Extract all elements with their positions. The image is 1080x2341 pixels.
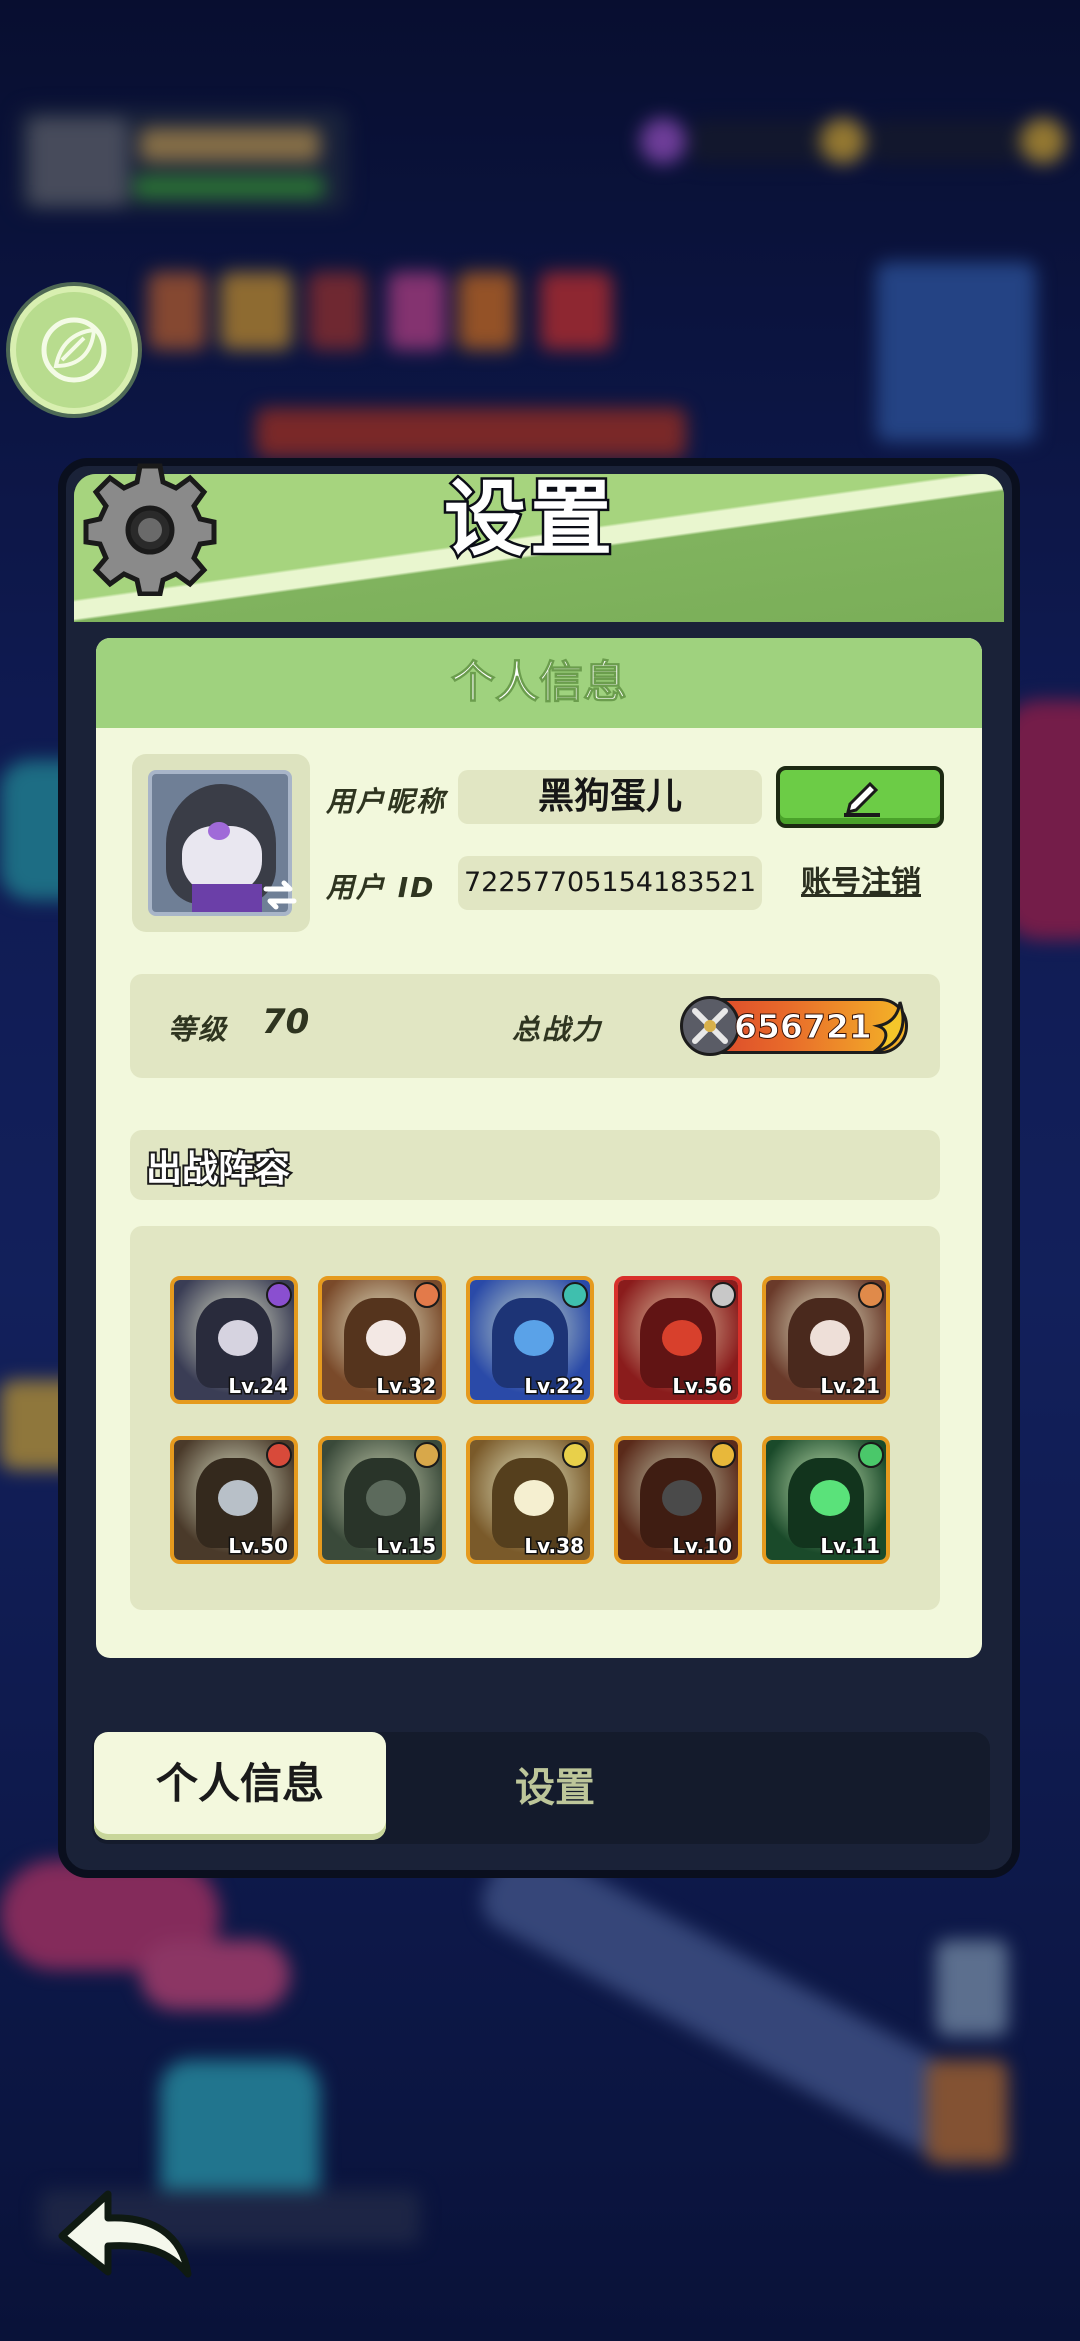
element-icon	[266, 1282, 292, 1308]
hero-level: Lv.10	[671, 1533, 734, 1560]
hero-face	[810, 1320, 850, 1356]
element-icon	[710, 1282, 736, 1308]
nickname-field: 黑狗蛋儿	[458, 770, 762, 824]
crossed-swords-icon	[680, 996, 740, 1056]
element-icon	[562, 1282, 588, 1308]
element-icon	[414, 1442, 440, 1468]
element-icon	[266, 1442, 292, 1468]
hero-card[interactable]: Lv.22	[466, 1276, 594, 1404]
hero-face	[218, 1320, 258, 1356]
hero-card[interactable]: Lv.24	[170, 1276, 298, 1404]
hero-level: Lv.22	[523, 1373, 586, 1400]
hero-card[interactable]: Lv.38	[466, 1436, 594, 1564]
pencil-edit-icon	[844, 781, 880, 817]
tab-settings[interactable]: 设置	[440, 1736, 670, 1840]
hero-face	[366, 1320, 406, 1356]
hero-face	[218, 1480, 258, 1516]
level-label: 等级	[168, 1013, 229, 1046]
hero-level: Lv.11	[819, 1533, 882, 1560]
element-icon	[858, 1442, 884, 1468]
edit-nickname-button[interactable]	[776, 766, 944, 828]
hero-level: Lv.56	[671, 1373, 734, 1400]
hero-card[interactable]: Lv.11	[762, 1436, 890, 1564]
level-value: 70	[262, 1002, 310, 1042]
hero-level: Lv.24	[227, 1373, 290, 1400]
hero-face	[366, 1480, 406, 1516]
element-icon	[858, 1282, 884, 1308]
element-icon	[710, 1442, 736, 1468]
user-id-label: 用户 ID	[326, 871, 436, 904]
hero-face	[662, 1320, 702, 1356]
hero-level: Lv.32	[375, 1373, 438, 1400]
hero-level: Lv.38	[523, 1533, 586, 1560]
section-title: 个人信息	[96, 638, 982, 728]
hero-face	[662, 1480, 702, 1516]
gear-icon	[83, 463, 217, 596]
panel-title: 设置	[441, 470, 616, 570]
leaf-menu-button[interactable]	[10, 286, 138, 414]
element-icon	[562, 1442, 588, 1468]
hero-level: Lv.50	[227, 1533, 290, 1560]
power-label: 总战力	[512, 1013, 603, 1046]
hero-face	[514, 1480, 554, 1516]
hero-level: Lv.15	[375, 1533, 438, 1560]
hero-card[interactable]: Lv.21	[762, 1276, 890, 1404]
hero-card[interactable]: Lv.50	[170, 1436, 298, 1564]
lineup-title: 出战阵容	[144, 1147, 292, 1192]
element-icon	[414, 1282, 440, 1308]
hero-level: Lv.21	[819, 1373, 882, 1400]
nickname-label: 用户昵称	[326, 785, 447, 818]
hero-face	[810, 1480, 850, 1516]
back-arrow-icon[interactable]	[56, 2184, 196, 2284]
hero-card[interactable]: Lv.56	[614, 1276, 742, 1404]
hero-face	[514, 1320, 554, 1356]
power-value: 656721	[734, 1007, 873, 1047]
swap-avatar-icon[interactable]	[260, 880, 300, 910]
leaf-icon	[41, 317, 107, 383]
tab-personal-info[interactable]: 个人信息	[94, 1732, 386, 1840]
hero-card[interactable]: Lv.32	[318, 1276, 446, 1404]
deregister-account-link[interactable]: 账号注销	[778, 858, 944, 908]
user-id-field: 72257705154183521	[458, 856, 762, 910]
hero-card[interactable]: Lv.15	[318, 1436, 446, 1564]
hero-card[interactable]: Lv.10	[614, 1436, 742, 1564]
